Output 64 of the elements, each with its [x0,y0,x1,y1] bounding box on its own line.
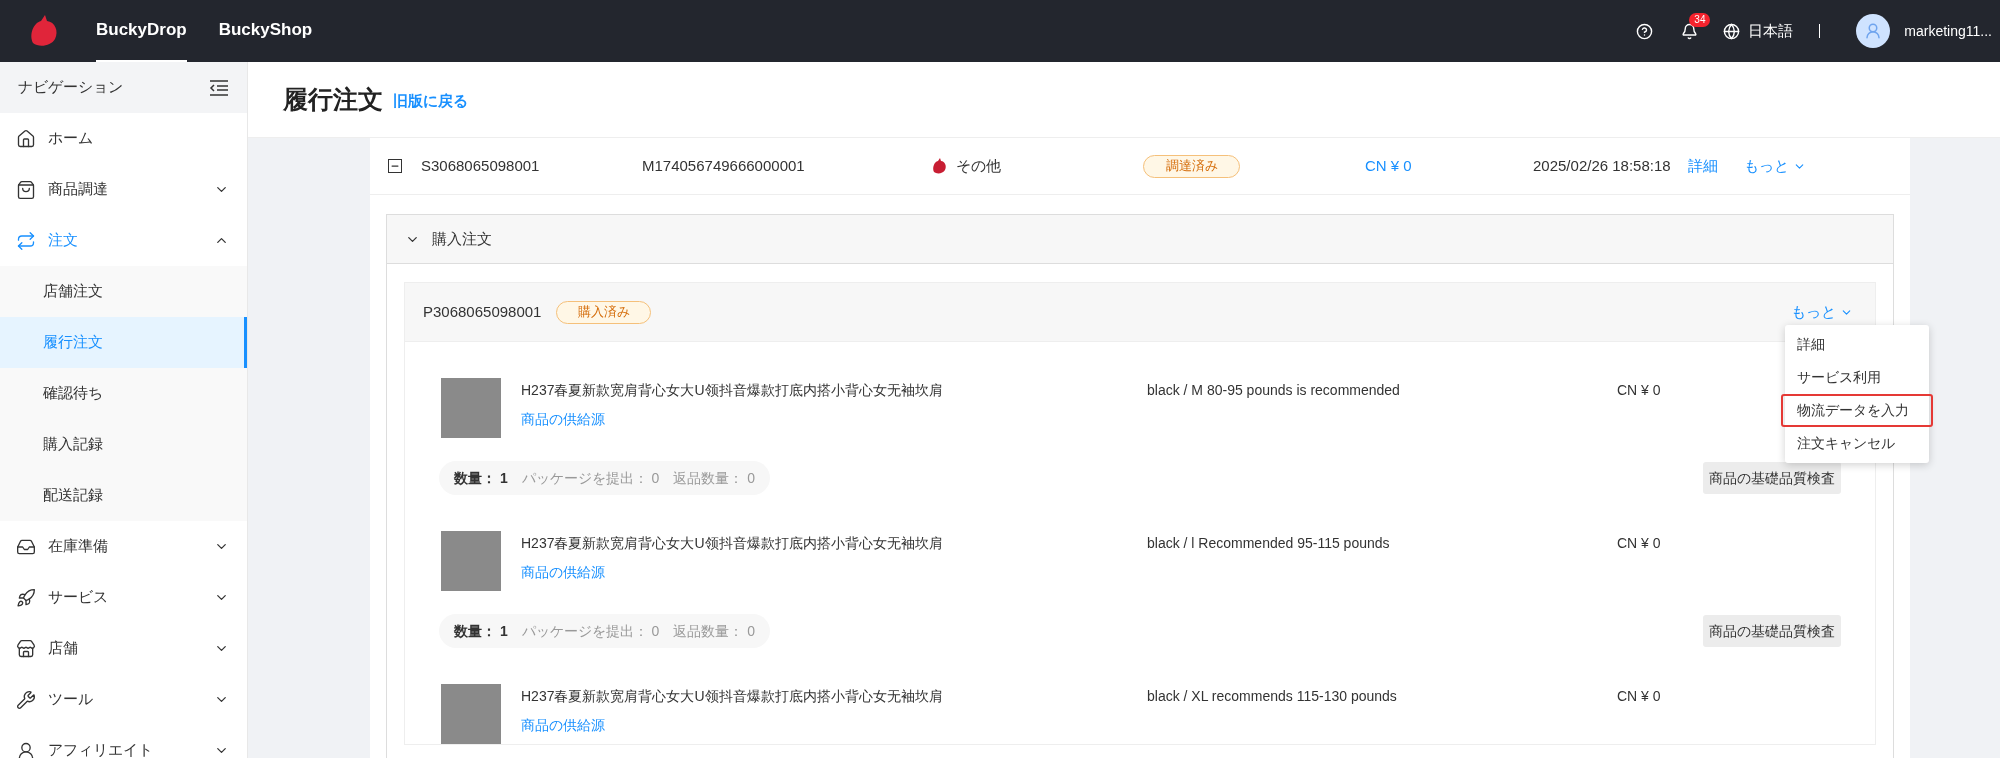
sidebar-subitem[interactable]: 店舗注文 [0,266,247,317]
product-title: H237春夏新款宽肩背心女大U领抖音爆款打底内搭小背心女无袖坎肩 [521,687,944,706]
user-name[interactable]: marketing11... [1904,20,1992,42]
price-text: CN ¥ 0 [1617,687,1661,706]
store-icon [16,638,36,659]
sidebar-item[interactable]: ツール [0,674,247,725]
product-title: H237春夏新款宽肩背心女大U领抖音爆款打底内搭小背心女无袖坎肩 [521,534,944,553]
sidebar-subitem[interactable]: 購入記録 [0,419,247,470]
avatar[interactable] [1856,14,1891,48]
order-number: S3068065098001 [421,155,541,176]
nav-tab[interactable]: BuckyShop [218,0,313,62]
photo-placeholder [441,531,501,591]
quantity-text: 数量： 1 [454,468,508,488]
m-number: M174056749666000001 [642,155,806,176]
mascot-icon [930,157,948,175]
photo-placeholder [441,684,501,744]
globe-icon[interactable] [1723,22,1741,40]
order-date: 2025/02/26 18:58:18 [1533,155,1672,176]
photo-placeholder [441,378,501,438]
product-title: H237春夏新款宽肩背心女大U领抖音爆款打底内搭小背心女无袖坎肩 [521,381,944,400]
sidebar-item[interactable]: 商品調達 [0,164,247,215]
menu-item[interactable]: サービス利用 [1785,360,1929,394]
rocket-icon [16,587,36,608]
inspection-button[interactable]: 商品の基礎品質検査 [1703,615,1841,647]
variant-text: black / M 80-95 pounds is recommended [1147,381,1401,400]
collapse-menu-icon[interactable] [209,79,229,96]
sidebar-item[interactable]: 店舗 [0,623,247,674]
language-selector[interactable]: 日本語 [1748,19,1794,43]
menu-item[interactable]: 注文キャンセル [1785,426,1929,460]
sidebar-item[interactable]: 在庫準備 [0,521,247,572]
inspection-button[interactable]: 商品の基礎品質検査 [1703,462,1841,494]
menu-item[interactable]: 物流データを入力 [1781,393,1933,427]
page-title: 履行注文 [283,83,383,115]
notification-badge: 34 [1689,12,1711,27]
user-icon [1864,22,1883,40]
status-badge: 購入済み [556,300,652,324]
quantity-text: 数量： 1 [454,621,508,641]
section-header[interactable]: 購入注文 [387,215,1893,264]
price-text: CN ¥ 0 [1617,534,1661,553]
wrench-icon [16,689,36,710]
notification-icon[interactable] [1681,22,1699,40]
source-text: その他 [956,155,1002,176]
purchase-number: P3068065098001 [423,301,542,322]
collapse-toggle[interactable] [388,159,402,173]
sidebar-item[interactable]: アフィリエイト [0,725,247,758]
sidebar-subitem[interactable]: 確認待ち [0,368,247,419]
package-text: パッケージを提出： 0 [521,468,660,488]
user-icon [16,740,36,758]
status-badge: 調達済み [1143,154,1240,178]
repeat-icon [16,230,36,251]
bag-icon [16,179,36,200]
sidebar-item[interactable]: ホーム [0,113,247,164]
help-icon[interactable] [1636,22,1654,40]
return-text: 返品数量： 0 [673,621,756,641]
sidebar-item[interactable]: サービス [0,572,247,623]
menu-item[interactable]: 詳細 [1785,327,1929,361]
return-text: 返品数量： 0 [673,468,756,488]
variant-text: black / l Recommended 95-115 pounds [1147,534,1391,553]
sidebar-title: ナビゲーション [18,77,123,98]
home-icon [16,128,36,149]
price-text: CN ¥ 0 [1617,381,1661,400]
package-text: パッケージを提出： 0 [521,621,660,641]
sidebar-subitem[interactable]: 配送記録 [0,470,247,521]
variant-text: black / XL recommends 115-130 pounds [1147,687,1398,706]
